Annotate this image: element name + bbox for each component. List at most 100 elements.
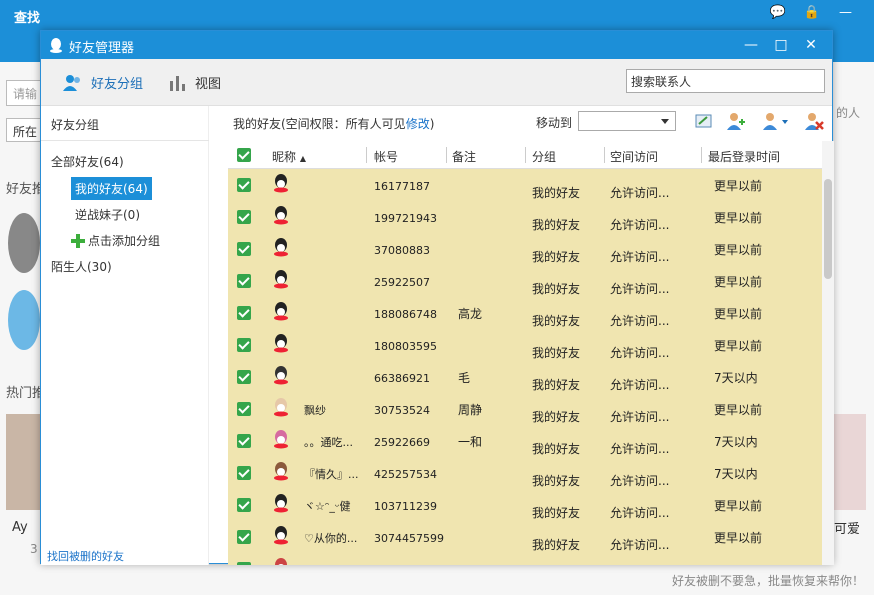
- background-bottom-tip[interactable]: 好友被删不要急，批量恢复来帮你！: [672, 572, 864, 589]
- friend-settings-icon[interactable]: [762, 111, 790, 131]
- row-checkbox[interactable]: [237, 242, 251, 256]
- table-row[interactable]: ♡从你的... 3074457599 我的好友 允许访问... 更早以前: [228, 521, 822, 553]
- row-last-login: 更早以前: [714, 179, 763, 193]
- background-right-label: 的人: [836, 106, 861, 120]
- table-row[interactable]: 25922507 我的好友 允许访问... 更早以前: [228, 265, 822, 297]
- lock-icon[interactable]: 🔒: [804, 5, 820, 20]
- row-checkbox[interactable]: [237, 274, 251, 288]
- row-nickname: ヾ☆ᵔ_ᵕ健: [304, 500, 351, 513]
- table-row[interactable]: 37080883 我的好友 允许访问... 更早以前: [228, 233, 822, 265]
- row-last-login: 更早以前: [714, 531, 763, 545]
- minimize-button[interactable]: —: [736, 35, 766, 55]
- add-group-button[interactable]: 点击添加分组: [71, 232, 160, 249]
- background-right-card[interactable]: [834, 414, 866, 510]
- row-account: 25922669: [374, 436, 430, 449]
- row-last-login: 7天以内: [714, 371, 758, 385]
- vertical-scrollbar[interactable]: [822, 141, 834, 565]
- scrollbar-thumb[interactable]: [824, 179, 832, 279]
- table-header: 昵称 ▲ 帐号 备注 分组 空间访问 最后登录时间: [228, 141, 822, 169]
- delete-friend-icon[interactable]: [804, 111, 824, 131]
- background-card-name: Ay: [12, 520, 28, 535]
- maximize-button[interactable]: □: [766, 35, 796, 55]
- row-last-login: 更早以前: [714, 275, 763, 289]
- row-checkbox[interactable]: [237, 402, 251, 416]
- avatar-icon: [274, 302, 288, 321]
- modify-link[interactable]: 修改: [406, 117, 430, 131]
- dialog-controls: — □ ✕: [736, 35, 826, 55]
- row-group: 我的好友: [532, 410, 581, 424]
- minimize-icon[interactable]: —: [839, 5, 852, 20]
- row-checkbox[interactable]: [237, 434, 251, 448]
- close-button[interactable]: ✕: [796, 35, 826, 55]
- select-all-checkbox[interactable]: [237, 148, 251, 162]
- col-account[interactable]: 帐号: [374, 148, 398, 165]
- row-account: 188086748: [374, 308, 437, 321]
- table-row[interactable]: 199721943 我的好友 允许访问... 更早以前: [228, 201, 822, 233]
- background-right-card-name: 可爱: [834, 522, 861, 537]
- row-last-login: 更早以前: [714, 243, 763, 257]
- col-last-login[interactable]: 最后登录时间: [708, 148, 780, 165]
- avatar-icon: [274, 334, 288, 353]
- view-button[interactable]: 视图: [169, 73, 221, 92]
- friend-manager-dialog: 好友管理器 — □ ✕ 好友分组 视图 好友分组 全部好友(64) 我的好友(6…: [40, 30, 834, 565]
- table-row[interactable]: 180803595 我的好友 允许访问... 更早以前: [228, 329, 822, 361]
- message-icon[interactable]: 💬: [770, 5, 786, 20]
- background-avatar-2[interactable]: [8, 290, 40, 350]
- avatar-icon: [274, 238, 288, 257]
- background-avatar-1[interactable]: [8, 213, 40, 273]
- table-row[interactable]: 。。通吃... 25922669 一和 我的好友 允许访问... 7天以内: [228, 425, 822, 457]
- row-checkbox[interactable]: [237, 370, 251, 384]
- add-friend-icon[interactable]: [726, 111, 746, 131]
- row-account: 25922507: [374, 276, 430, 289]
- row-checkbox[interactable]: [237, 466, 251, 480]
- sidebar-item-group2[interactable]: 逆战妹子(0): [75, 206, 140, 223]
- row-checkbox[interactable]: [237, 338, 251, 352]
- background-titlebar: 查找 💬 🔒 —: [0, 0, 874, 30]
- row-account: 199721943: [374, 212, 437, 225]
- background-card-image[interactable]: [6, 414, 40, 510]
- row-last-login: 7天以内: [714, 435, 758, 449]
- row-checkbox[interactable]: [237, 530, 251, 544]
- table-row[interactable]: 『情久』... 425257534 我的好友 允许访问... 7天以内: [228, 457, 822, 489]
- edit-remark-icon[interactable]: [694, 111, 714, 131]
- row-remark: 一和: [458, 435, 483, 449]
- move-to-select[interactable]: [578, 111, 676, 131]
- row-group: 我的好友: [532, 186, 581, 200]
- col-space-access[interactable]: 空间访问: [610, 148, 658, 165]
- avatar-icon: [274, 430, 288, 449]
- row-space-access: 允许访问...: [610, 474, 670, 488]
- row-group: 我的好友: [532, 474, 581, 488]
- group-view-button[interactable]: 好友分组: [63, 73, 143, 92]
- group-view-label: 好友分组: [91, 77, 144, 92]
- sidebar-item-strangers[interactable]: 陌生人(30): [51, 258, 112, 275]
- row-group: 我的好友: [532, 314, 581, 328]
- row-account: 180803595: [374, 340, 437, 353]
- row-space-access: 允许访问...: [610, 218, 670, 232]
- row-group: 我的好友: [532, 250, 581, 264]
- row-last-login: 7天以内: [714, 467, 758, 481]
- row-checkbox[interactable]: [237, 498, 251, 512]
- row-checkbox[interactable]: [237, 306, 251, 320]
- recover-deleted-link[interactable]: 找回被删的好友: [47, 548, 124, 564]
- col-nickname[interactable]: 昵称 ▲: [272, 148, 306, 165]
- table-row[interactable]: 66386921 毛我的好友 允许访问... 7天以内: [228, 361, 822, 393]
- col-divider: [701, 147, 702, 163]
- row-checkbox[interactable]: [237, 562, 251, 565]
- sidebar-item-all-friends[interactable]: 全部好友(64): [51, 153, 124, 170]
- row-checkbox[interactable]: [237, 178, 251, 192]
- row-group: 我的好友: [532, 506, 581, 520]
- contact-search-input[interactable]: [626, 69, 825, 93]
- row-checkbox[interactable]: [237, 210, 251, 224]
- plus-icon: [71, 233, 85, 248]
- sidebar-item-my-friends[interactable]: 我的好友(64): [71, 177, 152, 200]
- table-row[interactable]: 188086748 高龙 我的好友 允许访问... 更早以前: [228, 297, 822, 329]
- table-row[interactable]: ヾ☆ᵔ_ᵕ健 103711239 我的好友 允许访问... 更早以前: [228, 489, 822, 521]
- col-remark[interactable]: 备注: [452, 148, 476, 165]
- table-row[interactable]: 飘纱 30753524 周静 我的好友 允许访问... 更早以前: [228, 393, 822, 425]
- table-row[interactable]: [228, 553, 822, 565]
- group-title: 我的好友(空间权限：所有人可见修改): [233, 115, 434, 132]
- row-group: 我的好友: [532, 442, 581, 456]
- col-group[interactable]: 分组: [532, 148, 556, 165]
- avatar-icon: [274, 526, 288, 545]
- table-row[interactable]: 16177187 我的好友 允许访问... 更早以前: [228, 169, 822, 201]
